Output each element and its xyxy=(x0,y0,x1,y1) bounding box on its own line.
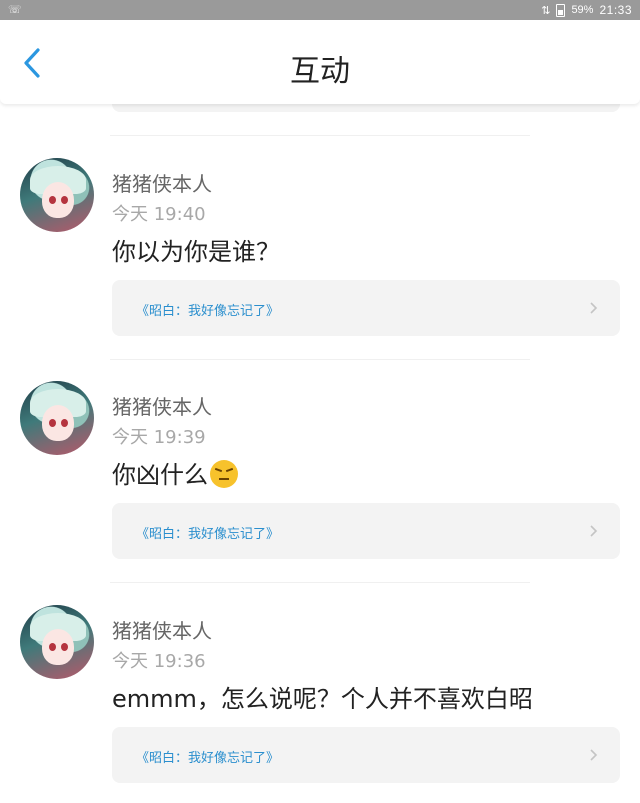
chevron-right-icon xyxy=(590,302,598,314)
source-link-card[interactable]: 《昭白：我好像忘记了》 xyxy=(112,503,620,559)
battery-level: 59% xyxy=(571,4,594,16)
source-link-card[interactable]: 《昭白：我好像忘记了》 xyxy=(112,280,620,336)
angry-face-icon xyxy=(210,460,238,488)
divider xyxy=(110,359,530,360)
status-bar: ☏ ⇅ 59% 21:33 xyxy=(0,0,640,20)
source-title: 《昭白：我好像忘记了》 xyxy=(136,304,280,319)
comment-author[interactable]: 猪猪侠本人 xyxy=(112,391,212,420)
comment-text: emmm，怎么说呢？个人并不喜欢白昭 xyxy=(112,685,533,713)
comment-text: 你凶什么 xyxy=(112,461,208,489)
divider xyxy=(110,135,530,136)
comment-text-wrap: 你凶什么 xyxy=(112,455,238,490)
chevron-right-icon xyxy=(590,749,598,761)
comment-text: 你以为你是谁？ xyxy=(112,238,280,266)
notification-icon: ☏ xyxy=(8,3,22,16)
source-link-card[interactable]: 《昭白：我好像忘记了》 xyxy=(112,727,620,783)
chevron-right-icon xyxy=(590,525,598,537)
divider xyxy=(110,582,530,583)
sync-icon: ⇅ xyxy=(541,4,551,17)
comment-author[interactable]: 猪猪侠本人 xyxy=(112,615,212,644)
avatar[interactable] xyxy=(20,381,94,455)
comment-time: 今天 19:39 xyxy=(112,427,206,448)
comment-time: 今天 19:40 xyxy=(112,204,206,225)
source-title: 《昭白：我好像忘记了》 xyxy=(136,751,280,766)
source-title: 《昭白：我好像忘记了》 xyxy=(136,527,280,542)
battery-icon xyxy=(556,3,566,17)
avatar[interactable] xyxy=(20,605,94,679)
comment-time: 今天 19:36 xyxy=(112,651,206,672)
comment-author[interactable]: 猪猪侠本人 xyxy=(112,168,212,197)
top-nav-bar: 互动 xyxy=(0,20,640,104)
avatar[interactable] xyxy=(20,158,94,232)
clock: 21:33 xyxy=(599,3,632,17)
status-indicators: ⇅ 59% 21:33 xyxy=(541,3,632,17)
page-title: 互动 xyxy=(290,54,350,89)
